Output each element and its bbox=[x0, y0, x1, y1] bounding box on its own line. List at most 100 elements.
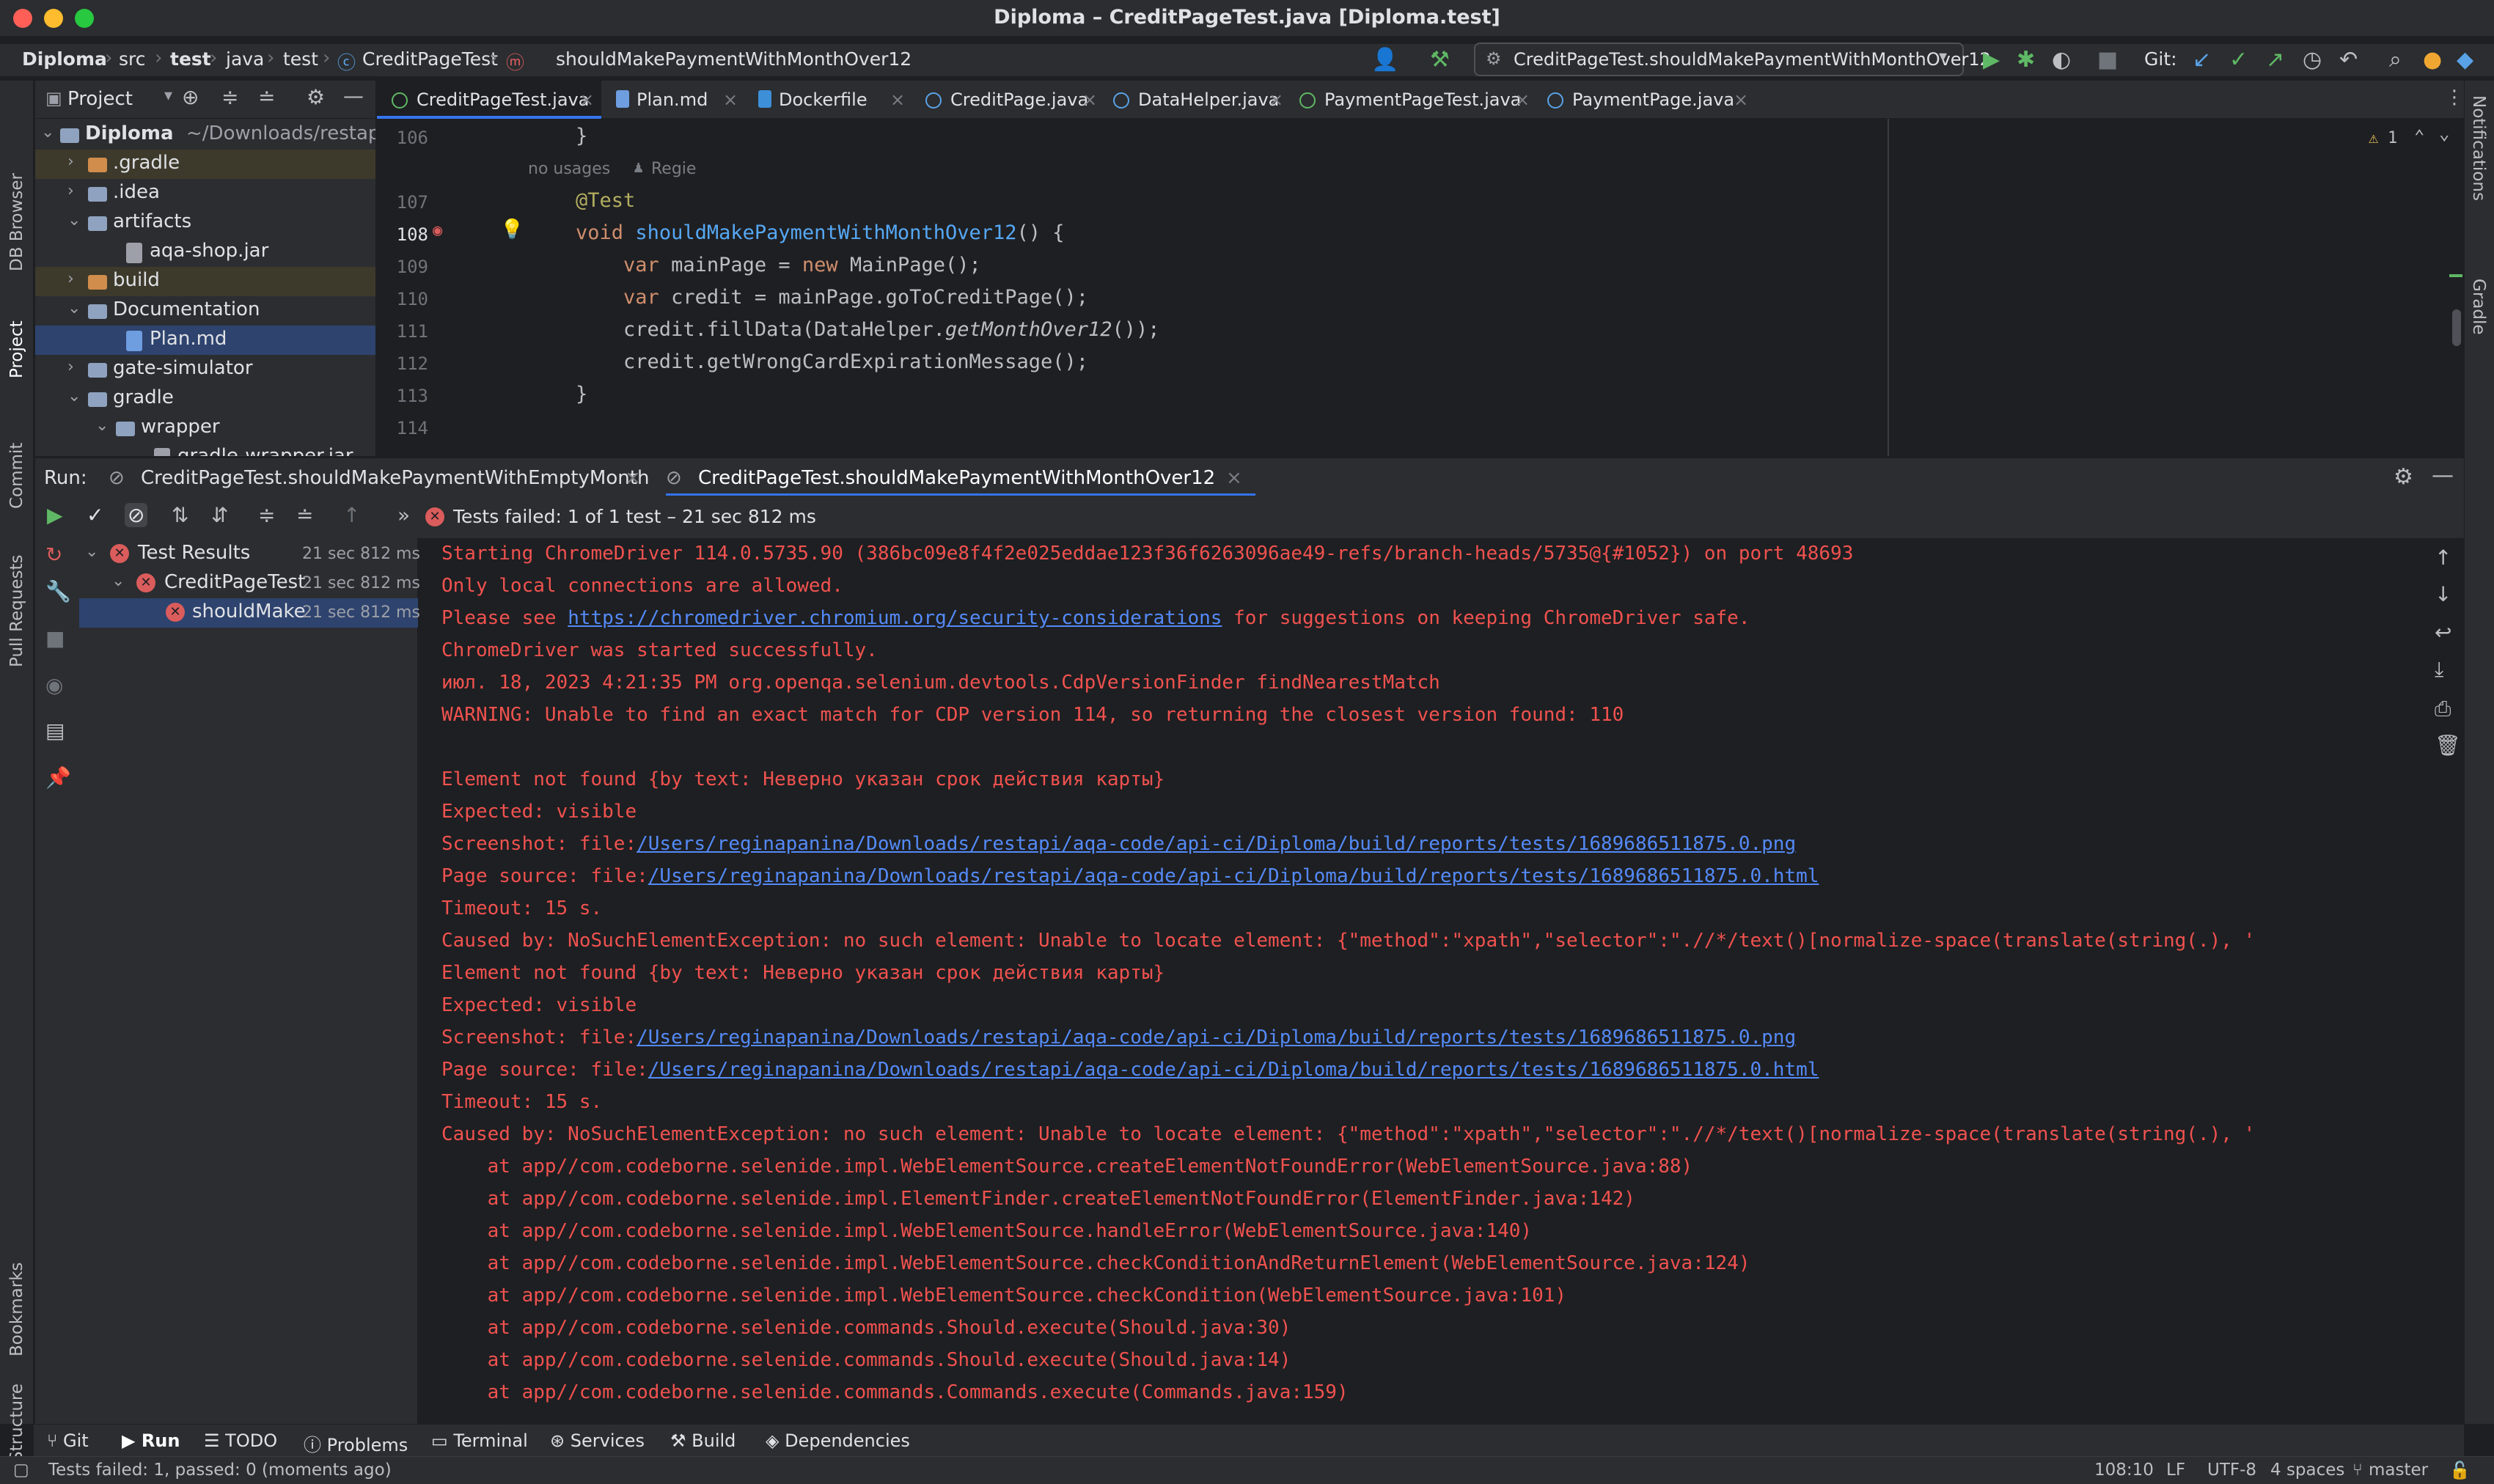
bookmarks-tool-button[interactable]: Bookmarks bbox=[7, 1263, 26, 1357]
chevron-right-icon[interactable]: › bbox=[67, 358, 74, 376]
arrow-down-icon[interactable]: ↓ bbox=[2435, 582, 2451, 606]
soft-wrap-icon[interactable]: ↩ bbox=[2435, 620, 2451, 644]
search-icon[interactable]: ⌕ bbox=[2389, 47, 2402, 73]
expand-all-icon[interactable]: ≑ bbox=[258, 503, 275, 527]
breadcrumb-project[interactable]: Diploma bbox=[22, 48, 107, 70]
coverage-icon[interactable]: ◐ bbox=[2052, 47, 2071, 73]
git-update-icon[interactable]: ↙ bbox=[2193, 47, 2211, 73]
file-encoding[interactable]: UTF-8 bbox=[2207, 1461, 2256, 1480]
tree-item[interactable]: › gate-simulator bbox=[35, 355, 375, 384]
stop-icon[interactable]: ■ bbox=[45, 626, 65, 650]
test-result-row[interactable]: ✕ shouldMake 21 sec 812 ms bbox=[79, 598, 420, 628]
test-result-row[interactable]: ⌄ ✕ Test Results 21 sec 812 ms bbox=[79, 540, 420, 569]
build-tool-tab[interactable]: ⚒ Build bbox=[670, 1430, 736, 1451]
user-icon[interactable]: 👤 bbox=[1371, 47, 1398, 73]
tree-item[interactable]: › .gradle bbox=[35, 150, 375, 179]
update-icon[interactable]: ● bbox=[2423, 47, 2442, 73]
services-tool-tab[interactable]: ⊛ Services bbox=[550, 1430, 645, 1451]
run-test-gutter-icon[interactable]: ◉ bbox=[433, 221, 442, 240]
status-window-icon[interactable]: ▢ bbox=[13, 1461, 29, 1480]
chevron-down-icon[interactable]: ⌄ bbox=[2439, 123, 2449, 144]
chevron-right-icon[interactable]: › bbox=[67, 182, 74, 200]
locate-icon[interactable]: ⊕ bbox=[182, 85, 199, 109]
lightbulb-icon[interactable]: 💡 bbox=[500, 218, 524, 240]
status-message[interactable]: Tests failed: 1, passed: 0 (moments ago) bbox=[48, 1461, 392, 1480]
warning-icon[interactable]: ⚠ bbox=[2369, 129, 2378, 147]
run-tab-month-over-12[interactable]: ⊘ CreditPageTest.shouldMakePaymentWithMo… bbox=[666, 458, 1255, 496]
git-commit-icon[interactable]: ✓ bbox=[2229, 47, 2248, 73]
breadcrumb-test[interactable]: test bbox=[170, 48, 211, 70]
run-icon[interactable]: ▶ bbox=[1983, 47, 2000, 73]
arrow-up-icon[interactable]: ↑ bbox=[2435, 546, 2451, 570]
project-panel-title[interactable]: Project bbox=[67, 88, 133, 110]
page-source-link[interactable]: /Users/reginapanina/Downloads/restapi/aq… bbox=[648, 1059, 1819, 1081]
previous-failed-icon[interactable]: ↑ bbox=[343, 503, 360, 527]
run-configuration-selector[interactable]: ⚙ CreditPageTest.shouldMakePaymentWithMo… bbox=[1474, 43, 1991, 76]
page-source-link[interactable]: /Users/reginapanina/Downloads/restapi/aq… bbox=[648, 865, 1819, 887]
tab-paymentpagetest-java[interactable]: PaymentPageTest.java × bbox=[1289, 81, 1537, 119]
breadcrumb-class[interactable]: CreditPageTest bbox=[362, 48, 498, 70]
sort-by-duration-icon[interactable]: ⇵ bbox=[211, 503, 228, 527]
editor-scrollbar[interactable] bbox=[2452, 309, 2461, 346]
chevron-right-icon[interactable]: › bbox=[67, 270, 74, 288]
tab-creditpagetest-java[interactable]: CreditPageTest.java × bbox=[377, 81, 601, 119]
notifications-tool-button[interactable]: Notifications bbox=[2469, 95, 2488, 201]
tree-item[interactable]: ⌄ Documentation bbox=[35, 296, 375, 326]
pull-requests-tool-button[interactable]: Pull Requests bbox=[7, 554, 26, 667]
chevron-up-icon[interactable]: ⌃ bbox=[2414, 126, 2424, 147]
tab-plan-md[interactable]: Plan.md × bbox=[606, 81, 745, 119]
breadcrumb-src[interactable]: src bbox=[119, 48, 146, 70]
tab-paymentpage-java[interactable]: PaymentPage.java × bbox=[1537, 81, 1754, 119]
wrench-icon[interactable]: 🔧 bbox=[45, 579, 71, 603]
project-tool-button[interactable]: Project bbox=[7, 320, 26, 378]
breadcrumb-test-package[interactable]: test bbox=[283, 48, 318, 70]
more-tabs-icon[interactable]: ⋮ bbox=[2445, 87, 2464, 109]
tree-item[interactable]: Plan.md bbox=[35, 326, 375, 355]
indent-setting[interactable]: 4 spaces bbox=[2270, 1461, 2344, 1480]
git-branch[interactable]: master bbox=[2369, 1461, 2428, 1480]
pin-icon[interactable]: 📌 bbox=[45, 765, 71, 790]
tree-item[interactable]: aqa-shop.jar bbox=[35, 238, 375, 267]
dependencies-tool-tab[interactable]: ◈ Dependencies bbox=[766, 1430, 910, 1451]
collapse-all-icon[interactable]: ≐ bbox=[258, 85, 275, 109]
lock-icon[interactable]: 🔓 bbox=[2449, 1461, 2471, 1480]
more-actions-icon[interactable]: » bbox=[397, 503, 410, 527]
chevron-right-icon[interactable]: › bbox=[67, 153, 74, 171]
close-icon[interactable]: × bbox=[1515, 89, 1530, 110]
tree-item[interactable]: › build bbox=[35, 267, 375, 296]
chevron-down-icon[interactable]: ⌄ bbox=[67, 211, 81, 229]
breadcrumb-method[interactable]: shouldMakePaymentWithMonthOver12 bbox=[556, 48, 912, 70]
git-tool-tab[interactable]: ⑂ Git bbox=[47, 1430, 89, 1451]
structure-tool-button[interactable]: Structure bbox=[7, 1384, 26, 1462]
trash-icon[interactable]: 🗑 bbox=[2435, 733, 2461, 757]
chevron-down-icon[interactable]: ⌄ bbox=[67, 387, 81, 405]
tree-item[interactable]: ⌄ artifacts bbox=[35, 208, 375, 238]
screenshot-link[interactable]: /Users/reginapanina/Downloads/restapi/aq… bbox=[637, 1026, 1796, 1048]
close-icon[interactable]: × bbox=[723, 89, 738, 110]
author-hint[interactable]: Regie bbox=[651, 160, 696, 178]
rollback-icon[interactable]: ↶ bbox=[2339, 47, 2358, 73]
show-ignored-icon[interactable]: ⊘ bbox=[125, 503, 148, 527]
build-hammer-icon[interactable]: ⚒ bbox=[1430, 47, 1450, 73]
close-icon[interactable]: × bbox=[625, 467, 641, 489]
caret-position[interactable]: 108:10 bbox=[2094, 1461, 2154, 1480]
chevron-down-icon[interactable]: ⌄ bbox=[41, 123, 54, 142]
scroll-to-end-icon[interactable]: ⤓ bbox=[2435, 657, 2443, 682]
minimize-icon[interactable]: — bbox=[343, 84, 364, 108]
screenshot-link[interactable]: /Users/reginapanina/Downloads/restapi/aq… bbox=[637, 833, 1796, 855]
close-icon[interactable]: × bbox=[1226, 467, 1242, 489]
chevron-down-icon[interactable]: ⌄ bbox=[111, 572, 125, 590]
eye-icon[interactable]: ◉ bbox=[45, 673, 63, 697]
tree-item[interactable]: ⌄ gradle bbox=[35, 384, 375, 414]
close-icon[interactable]: × bbox=[1082, 89, 1097, 110]
line-separator[interactable]: LF bbox=[2166, 1461, 2185, 1480]
usages-hint[interactable]: no usages bbox=[528, 160, 610, 178]
code-editor[interactable]: ⚠ 1 ⌃ ⌄ 106 } no usages ♟ Regie 107 @Tes… bbox=[377, 119, 2464, 456]
print-icon[interactable]: ⎙ bbox=[2435, 697, 2451, 721]
chevron-down-icon[interactable]: ⌄ bbox=[67, 299, 81, 317]
history-icon[interactable]: ◷ bbox=[2303, 47, 2322, 73]
tree-item[interactable]: ⌄ Diploma ~/Downloads/restapi/a bbox=[35, 120, 375, 150]
tree-item[interactable]: ⌄ wrapper bbox=[35, 414, 375, 443]
chevron-down-icon[interactable]: ▾ bbox=[164, 87, 172, 105]
expand-all-icon[interactable]: ≑ bbox=[221, 85, 238, 109]
